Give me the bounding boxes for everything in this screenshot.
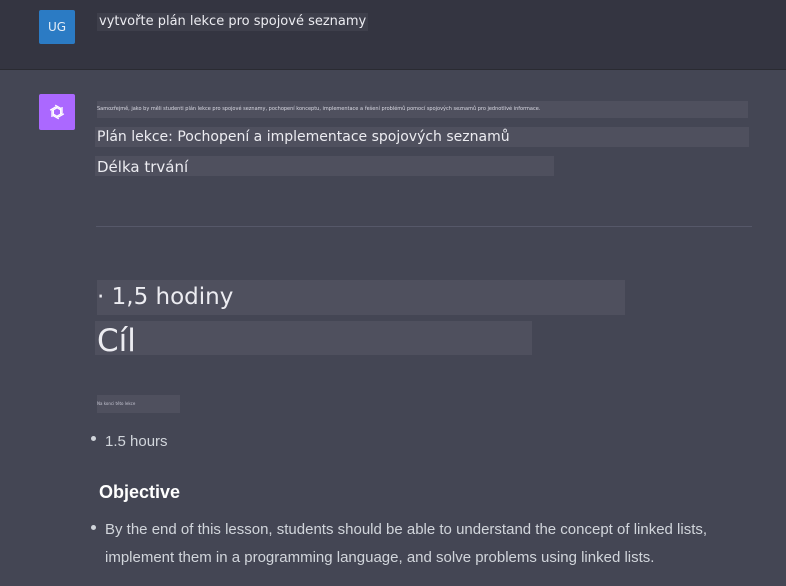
openai-logo-icon	[49, 104, 65, 120]
list-item-duration: 1.5 hours	[105, 433, 168, 450]
user-message-row: UG vytvořte plán lekce pro spojové sezna…	[0, 0, 786, 70]
assistant-intro-text: Samozřejmě, jako by měli studenti plán l…	[97, 101, 748, 118]
duration-heading: Délka trvání	[95, 156, 554, 176]
bullet-icon	[91, 436, 96, 441]
user-message-text: vytvořte plán lekce pro spojové seznamy	[97, 13, 369, 31]
section-divider	[96, 226, 752, 227]
duration-value: · 1,5 hodiny	[97, 280, 625, 315]
assistant-avatar	[39, 94, 75, 130]
bullet-icon	[91, 525, 96, 530]
objective-text-line-2: implement them in a programming language…	[105, 549, 655, 566]
objective-heading-cs: Cíl	[95, 321, 532, 355]
objective-heading: Objective	[99, 482, 181, 502]
user-avatar: UG	[39, 10, 75, 44]
tiny-text: Na konci této lekce	[97, 395, 180, 413]
lesson-title: Plán lekce: Pochopení a implementace spo…	[95, 127, 749, 147]
user-avatar-initials: UG	[47, 20, 67, 34]
objective-text-line-1: By the end of this lesson, students shou…	[105, 521, 708, 538]
